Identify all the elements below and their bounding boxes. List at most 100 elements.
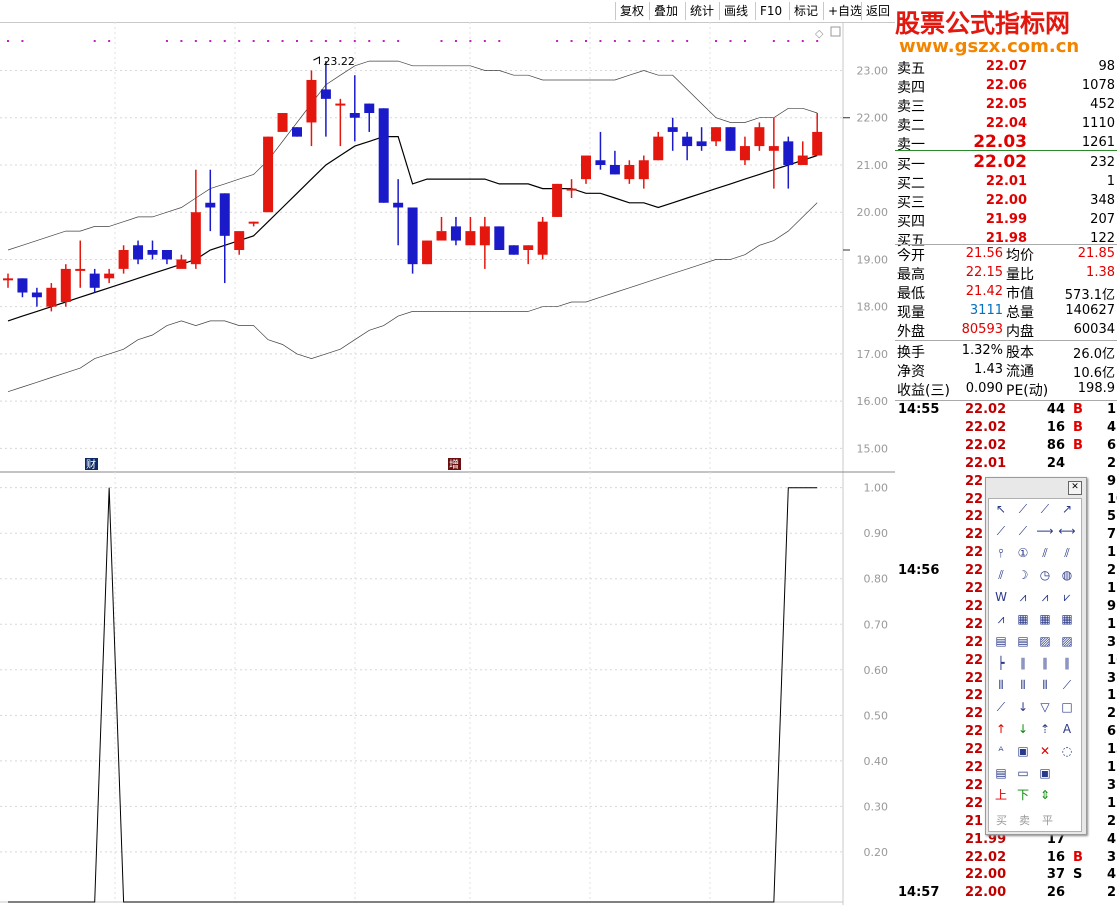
trade-label-2[interactable]: 平 [1042,812,1053,828]
down-arrow-icon[interactable]: ↓ [1014,698,1032,716]
angle-line-icon[interactable]: ⟋ [1058,676,1076,694]
close-icon[interactable]: ✕ [1068,481,1082,495]
drawing-tools-panel[interactable]: ✕ ↖ ⟋ ⟋ ↗ ⟋ ⟋ ⟶ ⟷ ⫯ ① ⫽ ⫽ ⫽ ☽ ◷ ◍ W ⩘ ⩘ ⩗ ⩘ ▦ ▦ ▦ ▤ ▤ ▨ ▨ ┝ ∥ ∥ ∥ ⦀ ⦀ ⦀ ⟋ ⟋ ↓… [985,477,1087,835]
fib-fan-icon[interactable]: ▨ [1036,632,1054,650]
ellipse-icon[interactable]: ◍ [1058,566,1076,584]
flat-mark-icon[interactable]: ⇕ [1036,786,1054,804]
sell-level-row[interactable]: 卖三 22.05 452 [895,96,1117,115]
sell-level-row[interactable]: 卖五 22.07 98 [895,58,1117,77]
delete-icon[interactable]: ✕ [1036,742,1054,760]
tick-price: 22 [965,634,984,650]
candle-body [450,226,461,241]
kline-chart[interactable]: 23.00 22.00 21.00 20.00 19.00 18.00 17.00 16.00… [0,22,895,905]
tick-row[interactable]: 22.02 16 B 3 [895,850,1117,868]
time-ratio-icon[interactable]: ∥ [1058,654,1076,672]
back-button[interactable]: 返回 [861,2,894,20]
tick-row[interactable]: 22.01 24 2 [895,456,1117,474]
triangle-icon[interactable]: ▽ [1036,698,1054,716]
up-arrow-icon[interactable]: ↑ [992,720,1010,738]
sell-level-row[interactable]: 卖四 22.06 1078 [895,77,1117,96]
picture-icon[interactable]: ▣ [1036,764,1054,782]
zigzag-icon[interactable]: ⩘ [1036,588,1054,606]
stat-label: 外盘 [897,324,925,340]
tick-row[interactable]: 22.00 37 S 4 [895,867,1117,885]
tick-price: 22 [965,527,984,543]
ruler-icon[interactable]: ▭ [1014,764,1032,782]
horizontal-ray-icon[interactable]: ⟶ [1036,522,1054,540]
bar-pattern-icon[interactable]: ⦀ [992,676,1010,694]
fib-retrace-icon[interactable]: ▤ [992,632,1010,650]
time-cycle-icon[interactable]: ┝ [992,654,1010,672]
segment-line-icon[interactable]: ⟋ [1014,500,1032,518]
parallel-lines-icon[interactable]: ⫽ [1036,544,1054,562]
elliott-wave-icon[interactable]: ⩘ [1014,588,1032,606]
vertical-line-icon[interactable]: ⫯ [992,544,1010,562]
mountain-icon[interactable]: ⩘ [992,610,1010,628]
mark-arrow-icon[interactable]: ⇡ [1036,720,1054,738]
add-watchlist-button[interactable]: +自选 [823,2,866,20]
cursor-icon[interactable]: ↖ [992,500,1010,518]
arrow-line-icon[interactable]: ⟋ [1014,522,1032,540]
tick-count: 9 [1107,598,1117,614]
sub-y-tick-label: 0.30 [864,800,889,813]
down-green-arrow-icon[interactable]: ↓ [1014,720,1032,738]
order-level-label: 卖三 [897,99,925,115]
period-lines-icon[interactable]: ∥ [1036,654,1054,672]
fill-square-icon[interactable]: ▣ [1014,742,1032,760]
fib-level-icon[interactable]: ▤ [1014,632,1032,650]
f10-button[interactable]: F10 [755,2,786,20]
fib-time-icon[interactable]: ∥ [1014,654,1032,672]
trade-label-0[interactable]: 买 [996,812,1007,828]
overlay-button[interactable]: 叠加 [649,2,682,20]
wave-icon[interactable]: W [992,588,1010,606]
channel-icon[interactable]: ⫽ [1058,544,1076,562]
tick-row[interactable]: 14:57 22.00 26 2 [895,885,1117,903]
stat-label: 最低 [897,286,925,302]
price-label-icon[interactable]: ① [1014,544,1032,562]
tick-row[interactable]: 22.02 16 B 4 [895,420,1117,438]
tick-row[interactable]: 14:55 22.02 44 B 1 [895,402,1117,420]
candle-body [205,202,216,208]
candle-body [725,127,736,151]
text-box-icon[interactable]: ᴬ [992,742,1010,760]
fib-arc-icon[interactable]: ▨ [1058,632,1076,650]
signal-dot [165,40,168,42]
buy-level-row[interactable]: 买四 21.99 207 [895,211,1117,230]
signal-dot [787,40,790,42]
rectangle-icon[interactable]: □ [1058,698,1076,716]
tick-row[interactable]: 22.02 86 B 6 [895,438,1117,456]
speed-line-icon[interactable]: ⟋ [992,698,1010,716]
straight-line-icon[interactable]: ⟋ [1036,500,1054,518]
price-line-icon[interactable]: ⟷ [1058,522,1076,540]
buy-level-row[interactable]: 买一 22.02 232 [895,152,1117,173]
trade-label-1[interactable]: 卖 [1019,812,1030,828]
candle-body [89,273,100,288]
gann-grid-icon[interactable]: ▦ [1058,610,1076,628]
gann-angle-icon[interactable]: ▦ [1036,610,1054,628]
sample-bars-icon[interactable]: ⦀ [1036,676,1054,694]
candle-body [696,141,707,147]
restore-rights-button[interactable]: 复权 [615,2,648,20]
mark-button[interactable]: 标记 [789,2,822,20]
buy-level-row[interactable]: 买二 22.01 1 [895,173,1117,192]
note-icon[interactable]: ▤ [992,764,1010,782]
chart-area[interactable]: 23.00 22.00 21.00 20.00 19.00 18.00 17.00 16.00… [0,22,895,905]
signal-dot [715,40,718,42]
circle-icon[interactable]: ◷ [1036,566,1054,584]
highlight-icon[interactable]: ◌ [1058,742,1076,760]
stat-value: 0.090 [965,381,1003,396]
buy-mark-icon[interactable]: 上 [992,786,1010,804]
bar-count-icon[interactable]: ⦀ [1014,676,1032,694]
candle-body [104,273,115,279]
arc-icon[interactable]: ☽ [1014,566,1032,584]
abc-wave-icon[interactable]: ⩗ [1058,588,1076,606]
gann-fan-icon[interactable]: ▦ [1014,610,1032,628]
ray-line-icon[interactable]: ↗ [1058,500,1076,518]
sell-mark-icon[interactable]: 下 [1014,786,1032,804]
text-icon[interactable]: A [1058,720,1076,738]
statistics-button[interactable]: 统计 [685,2,718,20]
trend-line-icon[interactable]: ⟋ [992,522,1010,540]
buy-level-row[interactable]: 买三 22.00 348 [895,192,1117,211]
draw-line-button[interactable]: 画线 [719,2,752,20]
regression-icon[interactable]: ⫽ [992,566,1010,584]
